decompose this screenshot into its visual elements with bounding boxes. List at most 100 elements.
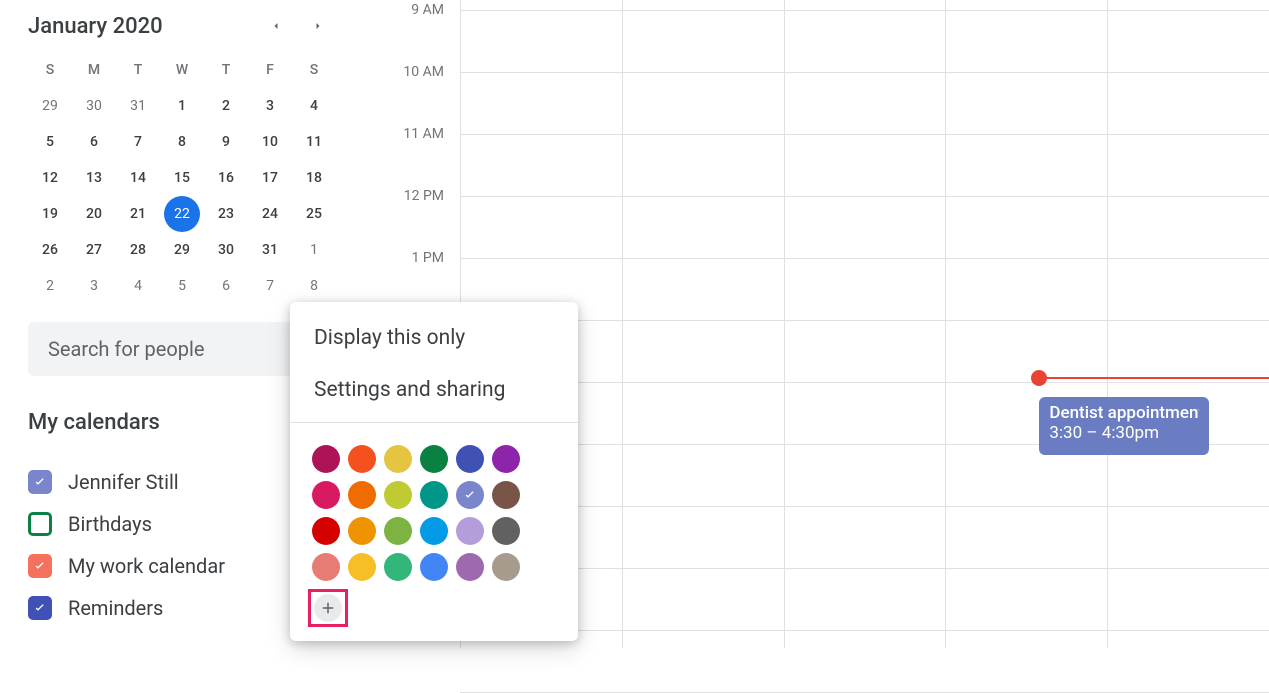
- color-swatch[interactable]: [312, 517, 340, 545]
- grid-vline: [945, 0, 946, 648]
- mini-day[interactable]: 30: [204, 232, 248, 268]
- color-swatch[interactable]: [492, 553, 520, 581]
- mini-day[interactable]: 20: [72, 196, 116, 232]
- color-swatch[interactable]: [384, 445, 412, 473]
- mini-day[interactable]: 8: [160, 124, 204, 160]
- color-swatch[interactable]: [312, 481, 340, 509]
- add-custom-color-button[interactable]: [314, 594, 342, 622]
- time-label: 9 AM: [411, 2, 444, 18]
- mini-day[interactable]: 12: [28, 160, 72, 196]
- mini-day[interactable]: 18: [292, 160, 336, 196]
- color-swatch[interactable]: [492, 445, 520, 473]
- mini-day[interactable]: 8: [292, 268, 336, 304]
- grid-hline: [460, 630, 1269, 631]
- mini-day[interactable]: 11: [292, 124, 336, 160]
- mini-day[interactable]: 14: [116, 160, 160, 196]
- mini-day[interactable]: 2: [28, 268, 72, 304]
- mini-dow-label: T: [116, 52, 160, 88]
- mini-day[interactable]: 31: [248, 232, 292, 268]
- mini-day[interactable]: 5: [28, 124, 72, 160]
- color-swatch[interactable]: [456, 481, 484, 509]
- grid-hline: [460, 320, 1269, 321]
- mini-dow-label: M: [72, 52, 116, 88]
- mini-day[interactable]: 31: [116, 88, 160, 124]
- color-swatch[interactable]: [348, 517, 376, 545]
- color-swatch[interactable]: [420, 553, 448, 581]
- mini-calendar: SMTWTFS293031123456789101112131415161718…: [28, 52, 336, 304]
- mini-dow-label: T: [204, 52, 248, 88]
- add-custom-color-highlight: [308, 589, 348, 627]
- display-this-only-item[interactable]: Display this only: [290, 312, 578, 364]
- search-placeholder: Search for people: [48, 337, 204, 361]
- color-swatch[interactable]: [384, 481, 412, 509]
- mini-day[interactable]: 7: [248, 268, 292, 304]
- grid-hline: [460, 10, 1269, 11]
- color-picker-grid: [290, 441, 578, 585]
- calendar-checkbox[interactable]: [28, 596, 52, 620]
- color-swatch[interactable]: [312, 553, 340, 581]
- color-swatch[interactable]: [420, 481, 448, 509]
- color-swatch[interactable]: [456, 517, 484, 545]
- mini-day[interactable]: 30: [72, 88, 116, 124]
- grid-hline: [460, 134, 1269, 135]
- color-swatch[interactable]: [348, 553, 376, 581]
- grid-hline: [460, 506, 1269, 507]
- color-swatch[interactable]: [312, 445, 340, 473]
- mini-day[interactable]: 3: [72, 268, 116, 304]
- color-swatch[interactable]: [384, 553, 412, 581]
- calendar-checkbox[interactable]: [28, 512, 52, 536]
- mini-day[interactable]: 29: [28, 88, 72, 124]
- mini-day[interactable]: 2: [204, 88, 248, 124]
- mini-day[interactable]: 4: [292, 88, 336, 124]
- calendar-checkbox[interactable]: [28, 554, 52, 578]
- calendar-checkbox[interactable]: [28, 470, 52, 494]
- color-swatch[interactable]: [384, 517, 412, 545]
- color-swatch[interactable]: [456, 445, 484, 473]
- mini-day[interactable]: 26: [28, 232, 72, 268]
- settings-and-sharing-item[interactable]: Settings and sharing: [290, 364, 578, 416]
- next-month-button[interactable]: [306, 14, 330, 38]
- calendar-label: Jennifer Still: [68, 470, 179, 494]
- mini-day[interactable]: 1: [160, 88, 204, 124]
- mini-day[interactable]: 28: [116, 232, 160, 268]
- color-swatch[interactable]: [420, 517, 448, 545]
- calendar-event[interactable]: Dentist appointment3:30 – 4:30pm: [1039, 397, 1209, 455]
- color-swatch[interactable]: [492, 517, 520, 545]
- prev-month-button[interactable]: [264, 14, 288, 38]
- mini-day[interactable]: 6: [72, 124, 116, 160]
- color-swatch[interactable]: [348, 445, 376, 473]
- mini-day[interactable]: 4: [116, 268, 160, 304]
- mini-day[interactable]: 24: [248, 196, 292, 232]
- color-swatch[interactable]: [492, 481, 520, 509]
- color-swatch[interactable]: [456, 553, 484, 581]
- mini-day[interactable]: 3: [248, 88, 292, 124]
- grid-hline: [460, 568, 1269, 569]
- grid-hline: [460, 258, 1269, 259]
- mini-day[interactable]: 10: [248, 124, 292, 160]
- mini-day[interactable]: 13: [72, 160, 116, 196]
- mini-day[interactable]: 19: [28, 196, 72, 232]
- mini-day[interactable]: 21: [116, 196, 160, 232]
- mini-day[interactable]: 17: [248, 160, 292, 196]
- color-swatch[interactable]: [420, 445, 448, 473]
- search-people-input[interactable]: Search for people: [28, 322, 328, 376]
- calendar-label: Birthdays: [68, 512, 152, 536]
- mini-calendar-header: January 2020: [28, 10, 340, 42]
- mini-day[interactable]: 6: [204, 268, 248, 304]
- grid-hline: [460, 196, 1269, 197]
- mini-day[interactable]: 7: [116, 124, 160, 160]
- mini-day[interactable]: 29: [160, 232, 204, 268]
- mini-day[interactable]: 15: [160, 160, 204, 196]
- mini-day[interactable]: 27: [72, 232, 116, 268]
- grid-hline: [460, 382, 1269, 383]
- color-swatch[interactable]: [348, 481, 376, 509]
- mini-day[interactable]: 1: [292, 232, 336, 268]
- mini-day[interactable]: 23: [204, 196, 248, 232]
- mini-day-today[interactable]: 22: [164, 196, 200, 232]
- mini-day[interactable]: 16: [204, 160, 248, 196]
- mini-day[interactable]: 9: [204, 124, 248, 160]
- mini-dow-label: W: [160, 52, 204, 88]
- mini-day[interactable]: 25: [292, 196, 336, 232]
- grid-body[interactable]: Dentist appointment3:30 – 4:30pm: [460, 0, 1269, 648]
- mini-day[interactable]: 5: [160, 268, 204, 304]
